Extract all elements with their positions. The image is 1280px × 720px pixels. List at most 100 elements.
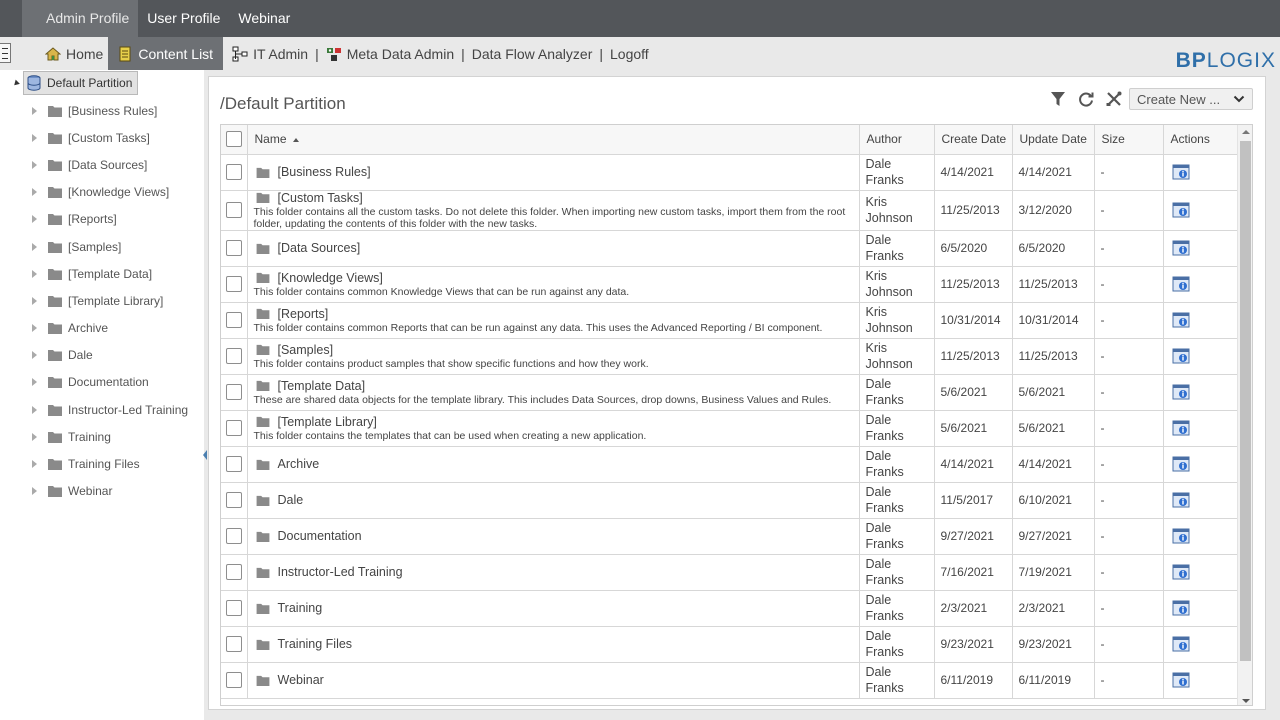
expand-icon[interactable]	[32, 133, 37, 142]
tree-item[interactable]: Dale	[32, 342, 188, 369]
name-cell[interactable]: [Template Library] This folder contains t…	[247, 410, 860, 447]
expand-icon[interactable]	[32, 324, 37, 333]
column-header-name[interactable]: Name	[247, 125, 860, 155]
properties-icon[interactable]	[1172, 456, 1190, 472]
expand-icon[interactable]	[32, 188, 37, 197]
row-checkbox[interactable]	[225, 492, 242, 508]
tree-item[interactable]: Archive	[32, 315, 188, 342]
name-cell[interactable]: [Reports] This folder contains common Rep…	[247, 302, 860, 339]
properties-icon[interactable]	[1172, 528, 1190, 544]
table-row[interactable]: [Custom Tasks] This folder contains all t…	[221, 190, 1239, 231]
row-checkbox[interactable]	[225, 164, 242, 180]
tab-webinar[interactable]: Webinar	[229, 0, 299, 37]
tree-item[interactable]: [Template Data]	[32, 260, 188, 287]
table-row[interactable]: Dale Dale Franks 11/5/2017 6/10/2021-	[221, 482, 1239, 519]
expand-icon[interactable]	[32, 460, 37, 469]
nav-data-flow-analyzer[interactable]: Data Flow Analyzer	[467, 37, 598, 70]
folder-name[interactable]: [Business Rules]	[278, 165, 371, 179]
expand-icon[interactable]	[32, 405, 37, 414]
menu-toggle-icon[interactable]	[0, 43, 11, 63]
tree-item[interactable]: Documentation	[32, 369, 188, 396]
name-cell[interactable]: Documentation	[247, 518, 860, 555]
table-row[interactable]: [Template Data] These are shared data obj…	[221, 374, 1239, 411]
properties-icon[interactable]	[1172, 492, 1190, 508]
folder-name[interactable]: Dale	[278, 493, 304, 507]
column-header-author[interactable]: Author	[859, 125, 935, 155]
properties-icon[interactable]	[1172, 420, 1190, 436]
name-cell[interactable]: [Data Sources]	[247, 230, 860, 267]
tree-item[interactable]: Training	[32, 423, 188, 450]
row-checkbox[interactable]	[225, 348, 242, 364]
expand-icon[interactable]	[32, 269, 37, 278]
scrollbar-thumb[interactable]	[1240, 141, 1251, 661]
folder-name[interactable]: Archive	[278, 457, 320, 471]
column-header-size[interactable]: Size	[1094, 125, 1164, 155]
row-checkbox[interactable]	[225, 240, 242, 256]
name-cell[interactable]: Dale	[247, 482, 860, 519]
folder-name[interactable]: [Samples]	[278, 343, 334, 357]
folder-name[interactable]: Instructor-Led Training	[278, 565, 403, 579]
folder-name[interactable]: Documentation	[278, 529, 362, 543]
expand-icon[interactable]	[32, 487, 37, 496]
scroll-up-icon[interactable]	[1242, 130, 1250, 134]
expand-icon[interactable]	[32, 160, 37, 169]
tree-root-node[interactable]: Default Partition	[23, 71, 139, 95]
name-cell[interactable]: [Business Rules]	[247, 154, 860, 191]
row-checkbox[interactable]	[225, 420, 242, 436]
properties-icon[interactable]	[1172, 384, 1190, 400]
row-checkbox[interactable]	[225, 384, 242, 400]
properties-icon[interactable]	[1172, 312, 1190, 328]
scroll-down-icon[interactable]	[1242, 699, 1250, 703]
properties-icon[interactable]	[1172, 240, 1190, 256]
table-row[interactable]: Training Files Dale Franks 9/23/2021 9/23/20…	[221, 626, 1239, 663]
table-row[interactable]: Documentation Dale Franks 9/27/2021 9/27/202…	[221, 518, 1239, 555]
folder-name[interactable]: [Template Library]	[278, 415, 377, 429]
create-new-button[interactable]: Create New ...	[1129, 88, 1253, 110]
expand-icon[interactable]	[32, 215, 37, 224]
vertical-scrollbar[interactable]	[1237, 125, 1252, 705]
tree-item[interactable]: [Template Library]	[32, 287, 188, 314]
filter-icon[interactable]	[1049, 90, 1067, 108]
tree-item[interactable]: [Knowledge Views]	[32, 179, 188, 206]
name-cell[interactable]: [Samples] This folder contains product sa…	[247, 338, 860, 375]
folder-name[interactable]: [Reports]	[278, 307, 329, 321]
name-cell[interactable]: [Template Data] These are shared data obj…	[247, 374, 860, 411]
expand-icon[interactable]	[32, 351, 37, 360]
expanded-icon[interactable]	[12, 79, 20, 87]
name-cell[interactable]: Instructor-Led Training	[247, 554, 860, 591]
nav-it-admin[interactable]: IT Admin	[227, 37, 313, 70]
row-checkbox[interactable]	[225, 528, 242, 544]
column-header-update-date[interactable]: Update Date	[1012, 125, 1095, 155]
row-checkbox[interactable]	[225, 600, 242, 616]
expand-icon[interactable]	[32, 242, 37, 251]
table-row[interactable]: [Knowledge Views] This folder contains co…	[221, 266, 1239, 303]
properties-icon[interactable]	[1172, 202, 1190, 218]
row-checkbox[interactable]	[225, 312, 242, 328]
nav-logoff[interactable]: Logoff	[605, 37, 654, 70]
tree-item[interactable]: Webinar	[32, 478, 188, 505]
tree-root[interactable]: Default Partition	[12, 71, 139, 95]
name-cell[interactable]: Training	[247, 590, 860, 627]
table-row[interactable]: Webinar Dale Franks 6/11/2019 6/11/2019-	[221, 662, 1239, 699]
row-checkbox[interactable]	[225, 456, 242, 472]
select-all-checkbox[interactable]	[225, 131, 242, 148]
table-row[interactable]: [Samples] This folder contains product sa…	[221, 338, 1239, 375]
row-checkbox[interactable]	[225, 202, 242, 218]
table-row[interactable]: [Reports] This folder contains common Rep…	[221, 302, 1239, 339]
properties-icon[interactable]	[1172, 348, 1190, 364]
tree-item[interactable]: [Reports]	[32, 206, 188, 233]
nav-meta-data-admin[interactable]: Meta Data Admin	[321, 37, 459, 70]
row-checkbox[interactable]	[225, 636, 242, 652]
tree-item[interactable]: Training Files	[32, 450, 188, 477]
nav-home[interactable]: Home	[40, 37, 108, 70]
expand-icon[interactable]	[32, 432, 37, 441]
name-cell[interactable]: [Custom Tasks] This folder contains all t…	[247, 190, 860, 231]
tab-admin-profile[interactable]: Admin Profile	[37, 0, 139, 37]
collapse-left-icon[interactable]	[203, 450, 207, 460]
properties-icon[interactable]	[1172, 672, 1190, 688]
row-checkbox[interactable]	[225, 672, 242, 688]
properties-icon[interactable]	[1172, 164, 1190, 180]
name-cell[interactable]: Webinar	[247, 662, 860, 699]
expand-icon[interactable]	[32, 378, 37, 387]
tree-item[interactable]: [Custom Tasks]	[32, 124, 188, 151]
